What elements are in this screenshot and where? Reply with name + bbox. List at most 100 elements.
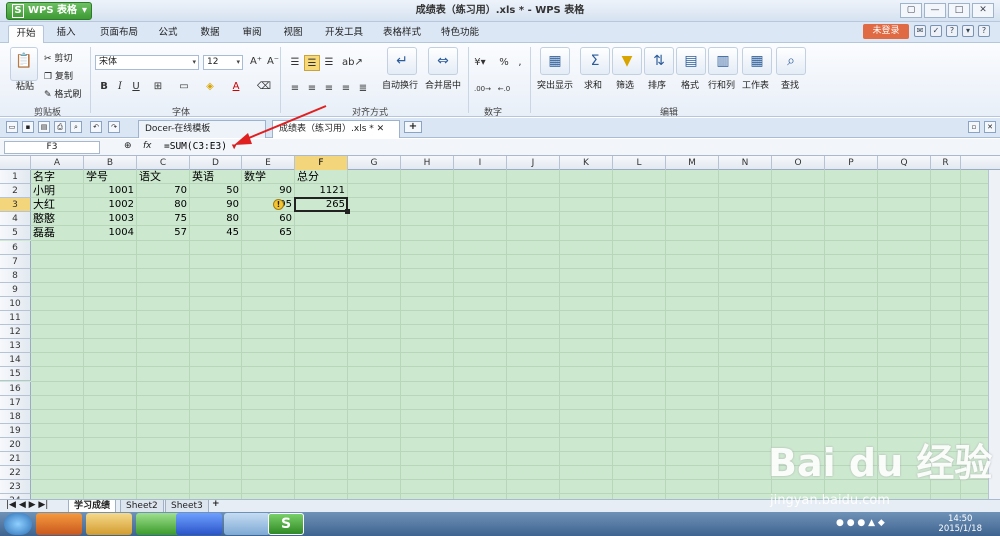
- decrease-decimal-icon[interactable]: ←.0: [496, 81, 512, 97]
- table-cell[interactable]: 1003: [84, 212, 137, 226]
- cut-button[interactable]: ✂ 剪切: [44, 51, 72, 64]
- sum-icon[interactable]: Σ: [580, 47, 610, 75]
- filter-button[interactable]: 筛选: [616, 78, 634, 91]
- align-bottom-icon[interactable]: ☰: [321, 55, 337, 71]
- redo-icon[interactable]: ↷: [108, 121, 120, 133]
- login-button[interactable]: 未登录: [863, 24, 909, 39]
- table-cell[interactable]: 50: [190, 184, 242, 198]
- row-header[interactable]: 13: [0, 339, 31, 354]
- column-header[interactable]: P: [825, 156, 878, 170]
- merge-center-icon[interactable]: ⇔: [428, 47, 458, 75]
- folder-icon[interactable]: [86, 513, 132, 535]
- new-tab-button[interactable]: +: [404, 121, 422, 133]
- sort-button[interactable]: 排序: [648, 78, 666, 91]
- grow-font-icon[interactable]: A⁺: [248, 54, 264, 70]
- worksheet-button[interactable]: 工作表: [742, 78, 769, 91]
- table-cell[interactable]: 45: [190, 226, 242, 240]
- table-cell[interactable]: [295, 212, 348, 226]
- save-icon[interactable]: ▪: [22, 121, 34, 133]
- skin-icon[interactable]: ✉: [914, 25, 926, 37]
- worksheet-icon[interactable]: ▦: [742, 47, 772, 75]
- tab-special[interactable]: 特色功能: [434, 25, 486, 43]
- column-header[interactable]: B: [84, 156, 137, 170]
- print-icon[interactable]: ⎙: [54, 121, 66, 133]
- column-header[interactable]: F: [295, 156, 348, 170]
- tab-data[interactable]: 数据: [194, 25, 226, 43]
- row-header[interactable]: 21: [0, 452, 31, 466]
- header-cell[interactable]: 总分: [295, 170, 348, 184]
- row-header[interactable]: 15: [0, 367, 31, 382]
- align-center-icon[interactable]: ≡: [304, 81, 320, 97]
- font-size-select[interactable]: 12 ▾: [203, 55, 243, 70]
- table-cell[interactable]: 80: [190, 212, 242, 226]
- table-cell[interactable]: 大红: [31, 198, 84, 212]
- find-icon[interactable]: ⌕: [776, 47, 806, 75]
- column-header[interactable]: Q: [878, 156, 931, 170]
- font-name-select[interactable]: 宋体 ▾: [95, 55, 199, 70]
- row-header[interactable]: 22: [0, 466, 31, 481]
- column-header[interactable]: J: [507, 156, 560, 170]
- settings-icon[interactable]: ▾: [962, 25, 974, 37]
- close-button[interactable]: ✕: [972, 3, 994, 18]
- rows-cols-button[interactable]: 行和列: [708, 78, 735, 91]
- table-cell[interactable]: 90: [242, 184, 295, 198]
- shrink-font-icon[interactable]: A⁻: [265, 54, 281, 70]
- table-cell[interactable]: 90: [190, 198, 242, 212]
- header-cell[interactable]: 语文: [137, 170, 190, 184]
- column-header[interactable]: N: [719, 156, 772, 170]
- table-cell[interactable]: 1002: [84, 198, 137, 212]
- tab-home[interactable]: 开始: [8, 25, 44, 43]
- column-header[interactable]: H: [401, 156, 454, 170]
- italic-button[interactable]: I: [112, 79, 128, 95]
- format-icon[interactable]: ▤: [676, 47, 706, 75]
- sheet-nav-icon[interactable]: |◀ ◀ ▶ ▶|: [6, 500, 48, 510]
- rows-cols-icon[interactable]: ▥: [708, 47, 738, 75]
- row-header[interactable]: 16: [0, 381, 31, 396]
- table-cell[interactable]: 小明: [31, 184, 84, 198]
- fx-icon[interactable]: fx: [143, 141, 152, 151]
- preview-icon[interactable]: ⌕: [70, 121, 82, 133]
- column-header[interactable]: O: [772, 156, 825, 170]
- row-header[interactable]: 14: [0, 353, 31, 368]
- header-cell[interactable]: 数学: [242, 170, 295, 184]
- minimize-button[interactable]: —: [924, 3, 946, 18]
- row-header[interactable]: 18: [0, 409, 31, 424]
- table-cell[interactable]: 磊磊: [31, 226, 84, 240]
- close-icon[interactable]: ✕: [377, 124, 385, 134]
- row-header[interactable]: 3: [0, 198, 31, 213]
- find-button[interactable]: 查找: [781, 78, 799, 91]
- table-cell[interactable]: 70: [137, 184, 190, 198]
- bold-button[interactable]: B: [96, 79, 112, 95]
- row-header[interactable]: 7: [0, 254, 31, 269]
- sum-button[interactable]: 求和: [584, 78, 602, 91]
- select-all-corner[interactable]: [0, 156, 31, 170]
- font-color-icon[interactable]: A: [228, 79, 244, 95]
- format-button[interactable]: 格式: [681, 78, 699, 91]
- table-cell[interactable]: 65: [242, 226, 295, 240]
- tab-developer[interactable]: 开发工具: [318, 25, 370, 43]
- align-middle-icon[interactable]: ☰: [304, 55, 320, 71]
- table-cell[interactable]: 1121: [295, 184, 348, 198]
- tray-icons[interactable]: ● ● ● ▲ ◆: [836, 518, 885, 528]
- row-header[interactable]: 6: [0, 240, 31, 255]
- row-header[interactable]: 11: [0, 311, 31, 325]
- wps-taskbar-icon[interactable]: S: [268, 513, 304, 535]
- tab-table-style[interactable]: 表格样式: [376, 25, 428, 43]
- filter-icon[interactable]: ▼: [612, 47, 642, 75]
- row-header[interactable]: 8: [0, 268, 31, 283]
- orientation-icon[interactable]: ab↗: [342, 55, 363, 71]
- align-top-icon[interactable]: ☰: [287, 55, 303, 71]
- increase-decimal-icon[interactable]: .00→: [474, 81, 491, 97]
- notes-icon[interactable]: [224, 513, 270, 535]
- feedback-icon[interactable]: ✓: [930, 25, 942, 37]
- print-preview-icon[interactable]: ▤: [38, 121, 50, 133]
- fill-color-icon[interactable]: ◈: [202, 79, 218, 95]
- table-cell[interactable]: 57: [137, 226, 190, 240]
- restore-layout-button[interactable]: ▢: [900, 3, 922, 18]
- paste-label[interactable]: 粘贴: [16, 79, 34, 92]
- help-question-icon[interactable]: ?: [978, 25, 990, 37]
- paste-icon[interactable]: 📋: [10, 47, 38, 81]
- column-header[interactable]: E: [242, 156, 295, 170]
- align-right-icon[interactable]: ≡: [321, 81, 337, 97]
- wrap-text-button[interactable]: 自动换行: [382, 78, 418, 91]
